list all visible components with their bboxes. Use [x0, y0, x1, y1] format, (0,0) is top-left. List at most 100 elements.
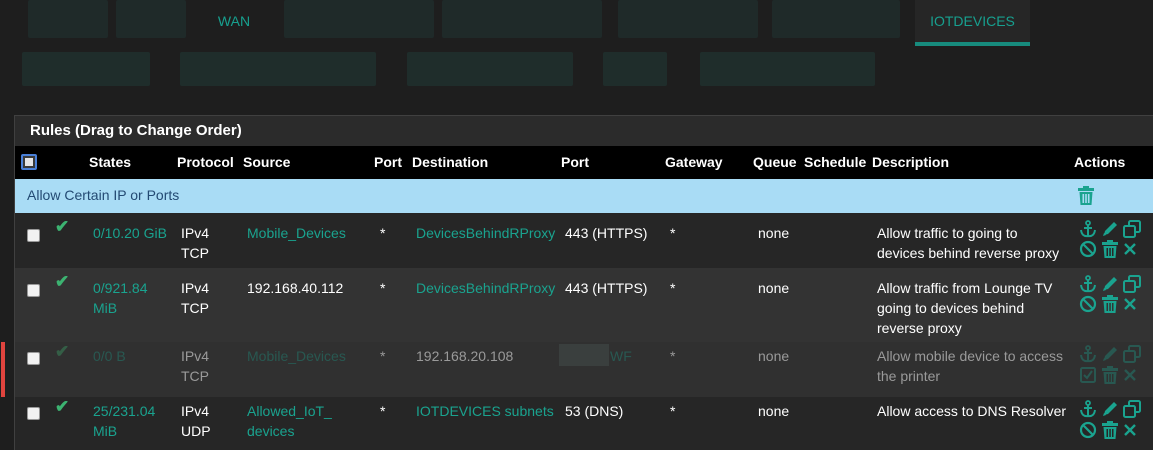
sub-tabs [0, 52, 1153, 88]
source-value: 192.168.40.112 [247, 280, 344, 296]
description-line: going to devices behind [877, 300, 1025, 316]
pass-check-icon[interactable]: ✔ [55, 217, 69, 237]
description-line: the printer [877, 368, 941, 384]
subtab-blurred[interactable] [407, 52, 573, 86]
gateway-value: * [670, 225, 676, 241]
anchor-icon[interactable] [1079, 345, 1097, 363]
trash-icon[interactable] [1101, 240, 1119, 258]
row-checkbox[interactable] [27, 407, 40, 420]
col-protocol: Protocol [177, 154, 234, 170]
col-queue: Queue [753, 154, 797, 170]
destination-value[interactable]: DevicesBehindRProxy [416, 223, 555, 243]
disable-icon[interactable] [1079, 421, 1097, 439]
disable-icon[interactable] [1079, 240, 1097, 258]
enable-checkbox-icon[interactable] [1079, 366, 1097, 384]
rule-row[interactable]: ✔ 0/921.84 MiB IPv4 TCP 192.168.40.112 *… [15, 268, 1153, 342]
protocol-ip: IPv4 [181, 280, 210, 296]
protocol-ip: IPv4 [181, 403, 210, 419]
col-states: States [89, 154, 132, 170]
subtab-blurred[interactable] [700, 52, 875, 86]
close-icon[interactable] [1121, 366, 1139, 384]
row-checkbox[interactable] [27, 352, 40, 365]
destination-value: 192.168.20.108 [416, 348, 514, 364]
rule-row-disabled[interactable]: ✔ 0/0 B IPv4 TCP Mobile_Devices * 192.16… [1, 342, 1153, 397]
rules-panel: Rules (Drag to Change Order) States Prot… [1, 115, 1153, 450]
destination-port: 53 (DNS) [565, 403, 624, 419]
table-header: States Protocol Source Port Destination … [15, 146, 1153, 179]
tab-blurred[interactable] [284, 0, 434, 38]
row-checkbox[interactable] [27, 284, 40, 297]
description-line: Allow access to DNS Resolver [877, 403, 1067, 419]
trash-icon[interactable] [1078, 186, 1094, 205]
pass-check-icon[interactable]: ✔ [55, 342, 69, 362]
copy-icon[interactable] [1123, 275, 1141, 293]
destination-value[interactable]: IOTDEVICES subnets [416, 401, 554, 421]
close-icon[interactable] [1121, 240, 1139, 258]
states-value[interactable]: 0/10.20 GiB [93, 223, 167, 243]
rule-row[interactable]: ✔ 25/231.04 MiB IPv4 UDP Allowed_IoT_ de… [15, 397, 1153, 450]
destination-port[interactable]: WF [610, 346, 632, 366]
row-checkbox[interactable] [27, 229, 40, 242]
rule-row[interactable]: ✔ 0/10.20 GiB IPv4 TCP Mobile_Devices * … [15, 213, 1153, 268]
subtab-blurred[interactable] [22, 52, 150, 86]
subtab-blurred[interactable] [180, 52, 376, 86]
protocol-transport: TCP [181, 368, 209, 384]
tab-blurred[interactable] [772, 0, 900, 38]
col-port: Port [374, 154, 402, 170]
destination-value[interactable]: DevicesBehindRProxy [416, 278, 555, 298]
pencil-icon[interactable] [1101, 400, 1119, 418]
queue-value: none [758, 280, 790, 296]
trash-icon[interactable] [1101, 366, 1119, 384]
anchor-icon[interactable] [1079, 275, 1097, 293]
col-source: Source [243, 154, 291, 170]
states-value[interactable]: 25/231.04 [93, 401, 155, 421]
destination-port: 443 (HTTPS) [565, 280, 648, 296]
pass-check-icon[interactable]: ✔ [55, 397, 69, 417]
tab-blurred[interactable] [618, 0, 758, 38]
source-value[interactable]: Mobile_Devices [247, 223, 346, 243]
subtab-blurred[interactable] [603, 52, 667, 86]
copy-icon[interactable] [1123, 220, 1141, 238]
anchor-icon[interactable] [1079, 400, 1097, 418]
states-value-unit[interactable]: MiB [93, 298, 117, 318]
pencil-icon[interactable] [1101, 345, 1119, 363]
col-actions: Actions [1074, 154, 1126, 170]
pencil-icon[interactable] [1101, 220, 1119, 238]
copy-icon[interactable] [1123, 400, 1141, 418]
tab-wan[interactable]: WAN [196, 0, 272, 46]
pass-check-icon[interactable]: ✔ [55, 272, 69, 292]
close-icon[interactable] [1121, 295, 1139, 313]
gateway-value: * [670, 348, 676, 364]
source-value[interactable]: Mobile_Devices [247, 346, 346, 366]
description-line: devices behind reverse proxy [877, 245, 1060, 261]
col-gateway: Gateway [665, 154, 723, 170]
source-port: * [380, 403, 386, 419]
trash-icon[interactable] [1101, 421, 1119, 439]
source-value[interactable]: Allowed_IoT_ [247, 401, 332, 421]
pencil-icon[interactable] [1101, 275, 1119, 293]
redacted-port-block [559, 344, 609, 366]
queue-value: none [758, 348, 790, 364]
anchor-icon[interactable] [1079, 220, 1097, 238]
trash-icon[interactable] [1101, 295, 1119, 313]
separator-row[interactable]: Allow Certain IP or Ports [15, 179, 1153, 213]
select-all-checkbox[interactable] [21, 154, 37, 170]
disable-icon[interactable] [1079, 295, 1097, 313]
tab-blurred[interactable] [28, 0, 108, 38]
states-value-unit[interactable]: MiB [93, 421, 117, 441]
states-value[interactable]: 0/921.84 [93, 278, 148, 298]
protocol-ip: IPv4 [181, 348, 210, 364]
states-value[interactable]: 0/0 B [93, 346, 126, 366]
source-value-cont[interactable]: devices [247, 421, 294, 441]
panel-title: Rules (Drag to Change Order) [15, 116, 1153, 146]
destination-port: 443 (HTTPS) [565, 225, 648, 241]
col-port: Port [561, 154, 589, 170]
tab-blurred[interactable] [442, 0, 602, 38]
tab-iotdevices[interactable]: IOTDEVICES [915, 0, 1030, 46]
copy-icon[interactable] [1123, 345, 1141, 363]
tab-blurred[interactable] [116, 0, 186, 38]
protocol-transport: TCP [181, 245, 209, 261]
interface-tabs: WAN IOTDEVICES [0, 0, 1153, 46]
description-line: reverse proxy [877, 320, 962, 336]
close-icon[interactable] [1121, 421, 1139, 439]
